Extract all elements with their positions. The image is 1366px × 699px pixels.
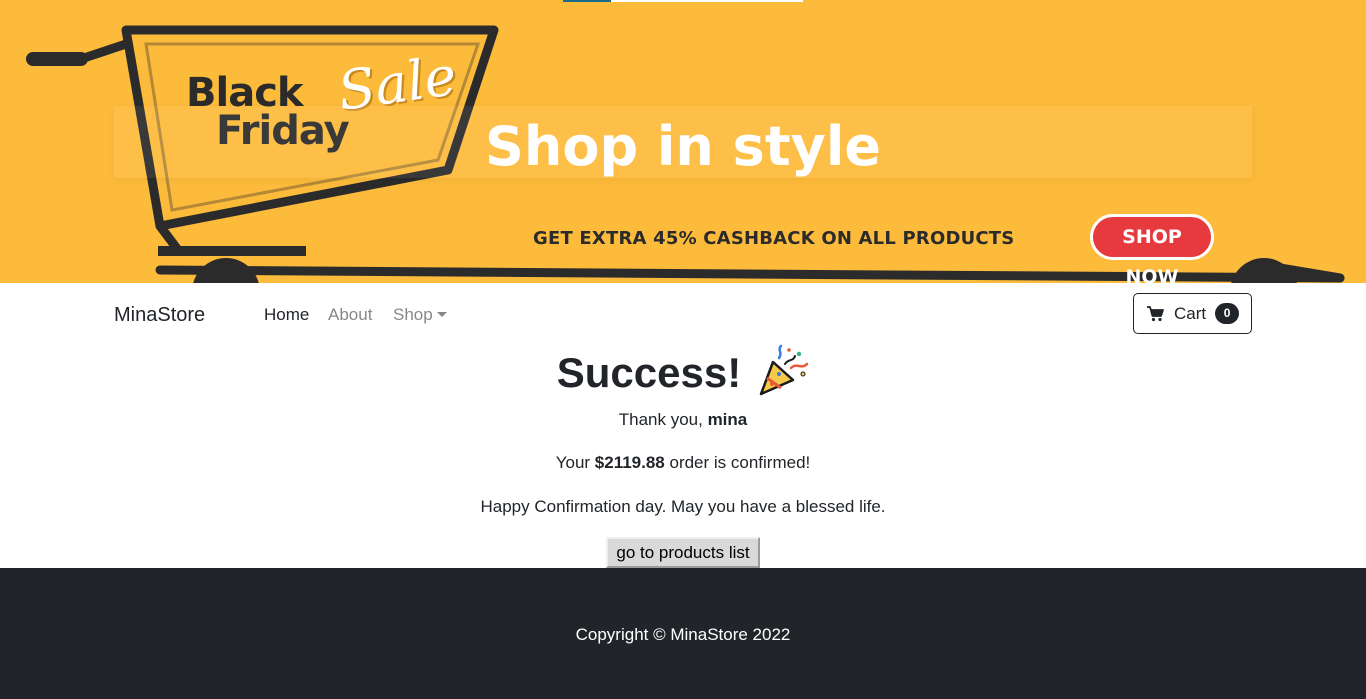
cart-label: Cart bbox=[1174, 303, 1207, 323]
nav-about-link[interactable]: About bbox=[328, 304, 372, 326]
caret-down-icon bbox=[436, 311, 447, 317]
success-heading: Success! bbox=[0, 344, 1366, 398]
nav-shop-label: Shop bbox=[393, 305, 433, 324]
order-confirmation-line: Your $2119.88 order is confirmed! bbox=[0, 452, 1366, 474]
party-popper-icon bbox=[759, 344, 809, 396]
go-to-products-button[interactable]: go to products list bbox=[606, 537, 760, 568]
shop-now-badge: SHOP NOW bbox=[1090, 214, 1214, 283]
cart-count-badge: 0 bbox=[1215, 303, 1240, 324]
nav-home-link[interactable]: Home bbox=[264, 304, 309, 326]
footer: Copyright © MinaStore 2022 bbox=[0, 568, 1366, 699]
order-suffix: order is confirmed! bbox=[664, 453, 811, 472]
thank-you-line: Thank you, mina bbox=[0, 409, 1366, 431]
hero-banner: Black Friday Sale Shop in style GET EXTR… bbox=[0, 0, 1366, 283]
blessing-message: Happy Confirmation day. May you have a b… bbox=[480, 497, 886, 516]
cart-icon bbox=[1147, 305, 1164, 321]
order-prefix: Your bbox=[555, 453, 595, 472]
brand-link[interactable]: MinaStore bbox=[114, 302, 205, 328]
order-total: $2119.88 bbox=[594, 453, 665, 472]
success-title-text: Success! bbox=[556, 349, 742, 396]
hero-title: Shop in style bbox=[485, 115, 881, 178]
navbar: MinaStore Home About Shop Cart 0 bbox=[0, 283, 1366, 347]
copyright-text: Copyright © MinaStore 2022 bbox=[575, 625, 791, 644]
thank-you-prefix: Thank you, bbox=[618, 410, 708, 429]
promo-text: GET EXTRA 45% CASHBACK ON ALL PRODUCTS bbox=[533, 228, 1015, 249]
cart-button[interactable]: Cart 0 bbox=[1133, 293, 1252, 334]
user-name: mina bbox=[707, 410, 748, 429]
nav-shop-dropdown[interactable]: Shop bbox=[393, 304, 447, 326]
